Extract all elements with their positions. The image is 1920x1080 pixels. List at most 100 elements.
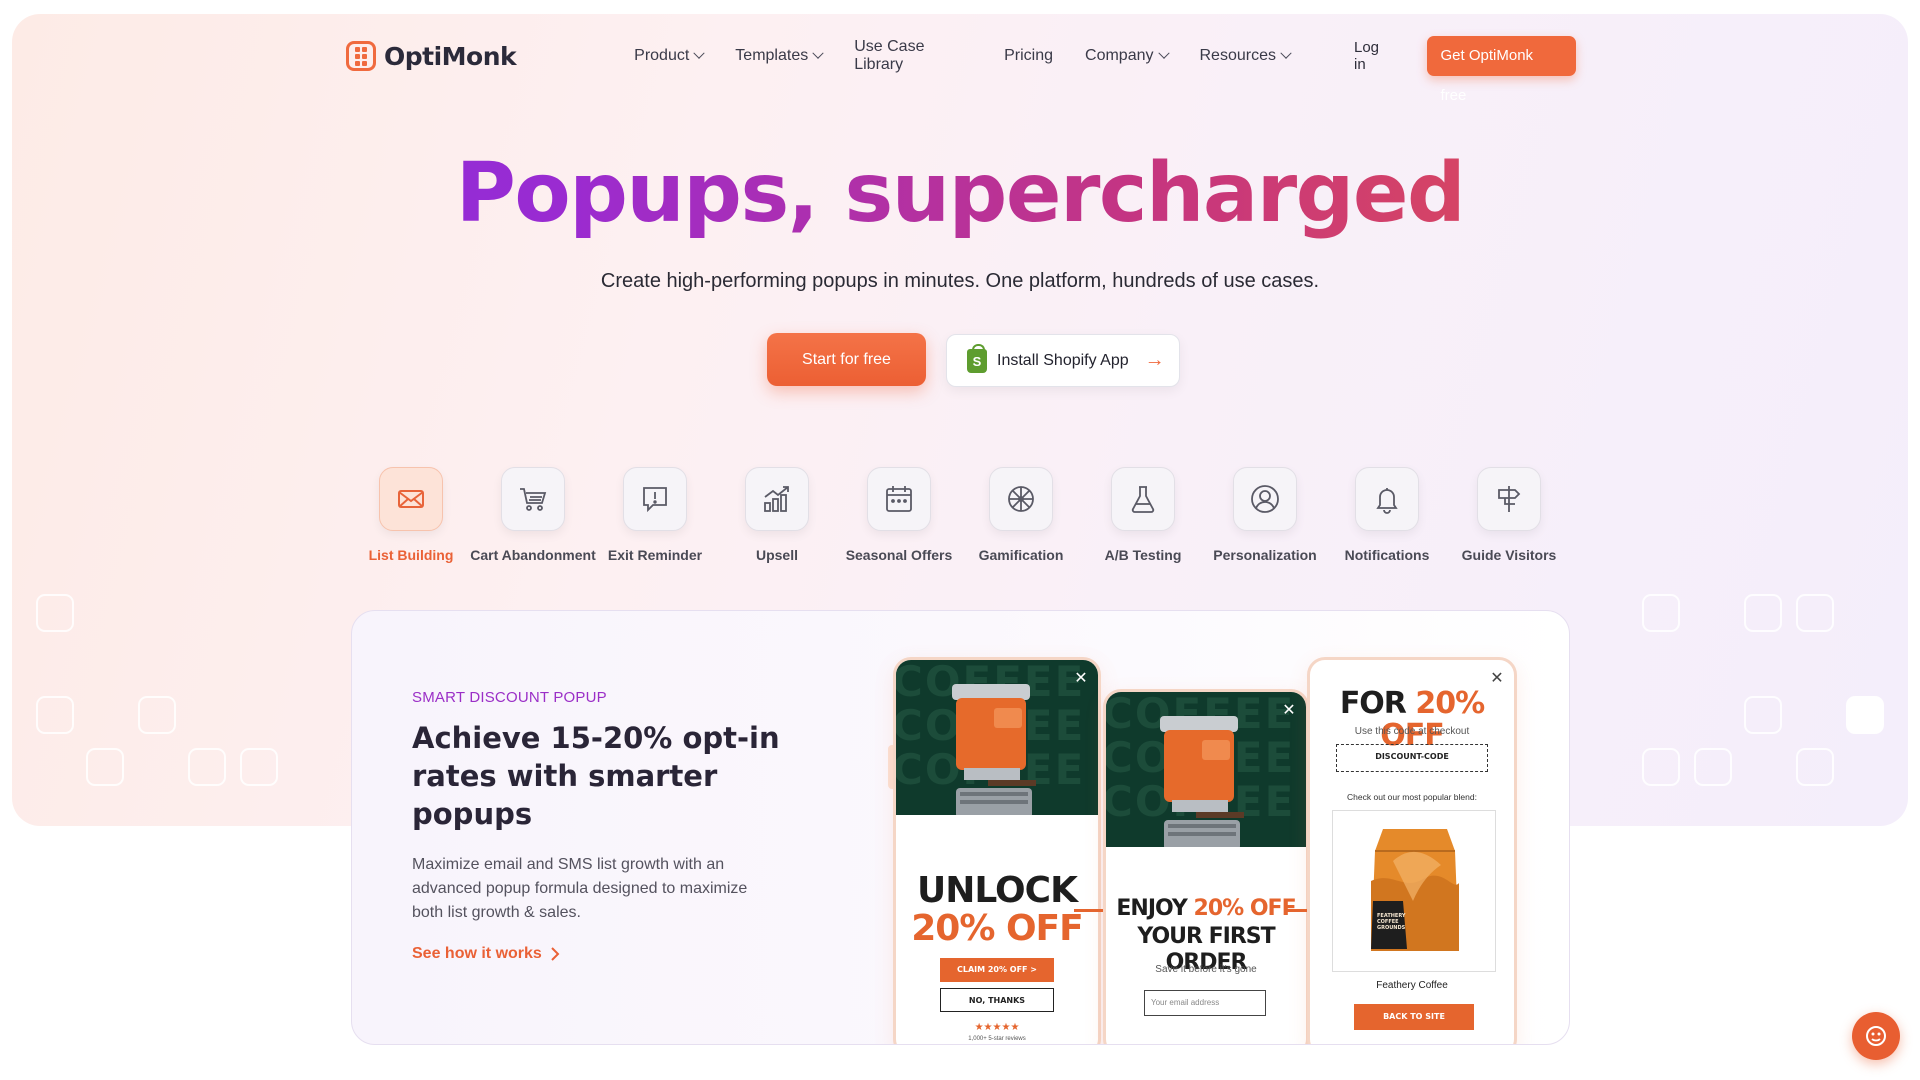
brand-name: OptiMonk <box>384 41 517 71</box>
popup-close-icon[interactable]: ✕ <box>1280 702 1298 720</box>
cart-icon <box>501 467 565 531</box>
spin-wheel-icon <box>989 467 1053 531</box>
headline-prefix: ENJOY <box>1116 896 1194 921</box>
nav-menu: Product Templates Use Case Library Prici… <box>634 38 1292 74</box>
tab-label: Guide Visitors <box>1461 547 1557 563</box>
no-thanks-button[interactable]: NO, THANKS <box>940 988 1054 1012</box>
tab-label: A/B Testing <box>1104 547 1182 563</box>
discount-code-box[interactable]: DISCOUNT-CODE <box>1336 744 1488 772</box>
optimonk-logo[interactable]: OptiMonk <box>346 41 517 71</box>
nav-item-product[interactable]: Product <box>634 38 705 74</box>
popup-close-icon[interactable]: ✕ <box>1488 670 1506 688</box>
popup-discount: 20% OFF <box>1193 896 1297 921</box>
login-link[interactable]: Log in <box>1354 39 1395 73</box>
arrow-right-icon: → <box>1144 349 1165 371</box>
tab-label: Notifications <box>1344 547 1430 563</box>
tab-label: Seasonal Offers <box>845 547 953 563</box>
envelope-icon <box>379 467 443 531</box>
decorative-square <box>138 696 176 734</box>
top-navigation: OptiMonk Product Templates Use Case Libr… <box>346 36 1576 104</box>
decorative-square <box>1796 594 1834 632</box>
decorative-square <box>36 696 74 734</box>
get-optimonk-free-button[interactable]: Get OptiMonk free <box>1426 36 1576 104</box>
popup-mockup-enjoy: COFFEE COFFEE COFFEE ✕ ENJOY 20% OFF YOU… <box>1103 689 1309 1044</box>
see-how-it-works-link[interactable]: See how it works <box>412 945 560 963</box>
tab-label: Personalization <box>1213 547 1317 563</box>
chat-support-button[interactable] <box>1852 1012 1900 1060</box>
feature-kicker: SMART DISCOUNT POPUP <box>412 689 607 706</box>
nav-item-use-case-library[interactable]: Use Case Library <box>854 38 972 74</box>
popup-headline: FOR 20% OFF <box>1310 688 1514 752</box>
nav-item-company[interactable]: Company <box>1085 38 1170 74</box>
tab-seasonal-offers[interactable]: Seasonal Offers <box>834 467 964 563</box>
claim-discount-button[interactable]: CLAIM 20% OFF > <box>940 958 1054 982</box>
nav-item-pricing[interactable]: Pricing <box>1004 38 1053 74</box>
nav-item-label: Resources <box>1199 47 1276 64</box>
feature-card: SMART DISCOUNT POPUP Achieve 15-20% opt-… <box>351 610 1570 1045</box>
decorative-square <box>1796 748 1834 786</box>
tab-label: Exit Reminder <box>607 547 703 563</box>
chevron-down-icon <box>693 47 705 59</box>
popup-mockup-code: ✕ FOR 20% OFF Use this code at checkout … <box>1307 657 1517 1044</box>
tab-label: Gamification <box>978 547 1064 563</box>
coffee-bag-image <box>1371 829 1459 951</box>
bell-icon <box>1355 467 1419 531</box>
hero-title: Popups, supercharged <box>0 146 1920 241</box>
coffee-machine-image: COFFEE COFFEE COFFEE <box>896 660 1098 815</box>
tab-list-building[interactable]: List Building <box>346 467 476 563</box>
coffee-bag-label: FEATHERY COFFEE GROUNDS <box>1377 913 1406 931</box>
tab-guide-visitors[interactable]: Guide Visitors <box>1444 467 1574 563</box>
reviews-count: 1,000+ 5-star reviews <box>968 1036 1026 1042</box>
popup-note: Save it before it's gone <box>1155 964 1257 975</box>
decorative-square <box>188 748 226 786</box>
espresso-machine-icon <box>952 684 1036 815</box>
tab-upsell[interactable]: Upsell <box>712 467 842 563</box>
tab-label: Upsell <box>755 547 798 563</box>
calendar-icon <box>867 467 931 531</box>
popup-close-icon[interactable]: ✕ <box>1072 670 1090 688</box>
nav-item-resources[interactable]: Resources <box>1199 38 1292 74</box>
install-shopify-app-button[interactable]: S Install Shopify App → <box>946 334 1180 387</box>
coffee-machine-image: COFFEE COFFEE COFFEE <box>1106 692 1306 847</box>
decorative-square <box>1744 594 1782 632</box>
chevron-down-icon <box>1280 47 1292 59</box>
tab-notifications[interactable]: Notifications <box>1322 467 1452 563</box>
hero-subtitle: Create high-performing popups in minutes… <box>600 270 1320 292</box>
chat-face-icon <box>1866 1026 1886 1046</box>
popup-headline: UNLOCK <box>917 870 1078 911</box>
decorative-square <box>1744 696 1782 734</box>
popular-blend-text: Check out our most popular blend: <box>1347 792 1477 802</box>
popup-mockup-unlock: COFFEE COFFEE COFFEE ✕ UNLOCK 20% OFF CL… <box>893 657 1101 1044</box>
chevron-down-icon <box>1157 47 1170 59</box>
back-to-site-button[interactable]: BACK TO SITE <box>1354 1004 1474 1030</box>
nav-item-label: Company <box>1085 47 1154 64</box>
nav-item-label: Use Case Library <box>854 38 925 73</box>
feature-title: Achieve 15-20% opt-in rates with smarter… <box>412 721 780 831</box>
decorative-square <box>86 748 124 786</box>
nav-item-label: Product <box>634 47 690 64</box>
decorative-square <box>1846 696 1884 734</box>
decorative-square <box>36 594 74 632</box>
tab-label: Cart Abandonment <box>470 547 596 563</box>
rating-stars: ★★★★★ <box>974 1022 1020 1033</box>
decorative-square <box>1642 748 1680 786</box>
tab-ab-testing[interactable]: A/B Testing <box>1078 467 1208 563</box>
decorative-square <box>1642 594 1680 632</box>
optimonk-logo-icon <box>346 41 376 71</box>
popup-discount: 20% OFF <box>911 908 1084 949</box>
popup-email-input[interactable]: Your email address <box>1144 990 1266 1016</box>
popup-headline: ENJOY 20% OFF <box>1106 896 1306 922</box>
nav-item-label: Templates <box>735 47 809 64</box>
tab-cart-abandonment[interactable]: Cart Abandonment <box>468 467 598 563</box>
tab-gamification[interactable]: Gamification <box>956 467 1086 563</box>
tab-personalization[interactable]: Personalization <box>1200 467 1330 563</box>
shopify-icon: S <box>967 343 987 373</box>
nav-item-templates[interactable]: Templates <box>735 38 824 74</box>
user-circle-icon <box>1233 467 1297 531</box>
chevron-right-icon <box>551 947 560 961</box>
growth-chart-icon <box>745 467 809 531</box>
install-shopify-app-label: Install Shopify App <box>997 351 1129 369</box>
tab-exit-reminder[interactable]: Exit Reminder <box>590 467 720 563</box>
flask-icon <box>1111 467 1175 531</box>
start-for-free-button[interactable]: Start for free <box>767 333 926 386</box>
